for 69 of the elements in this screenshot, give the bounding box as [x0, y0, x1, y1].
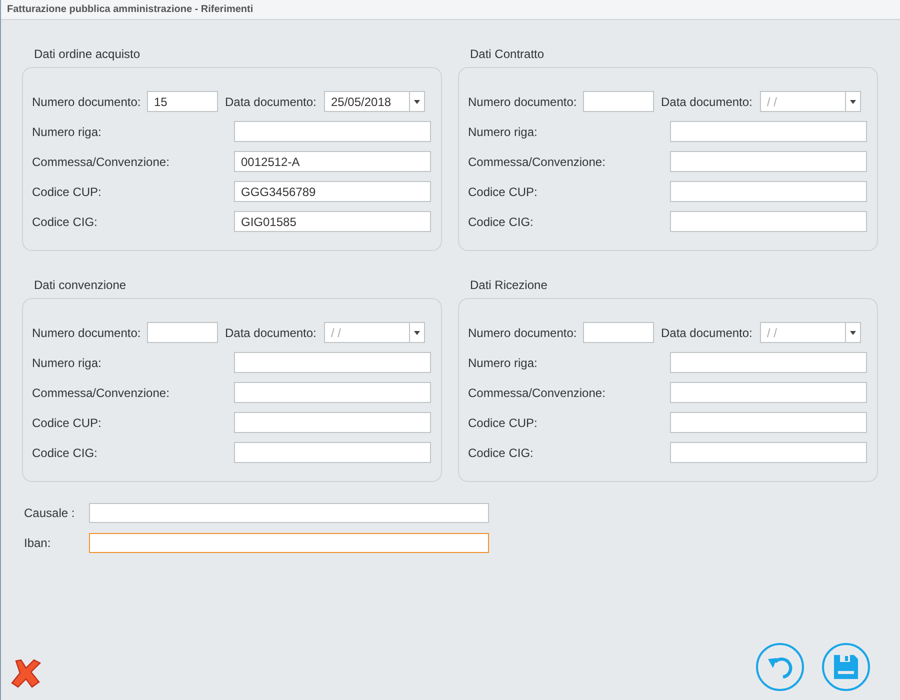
section-title: Dati convenzione [34, 278, 126, 292]
dropdown-button[interactable] [410, 91, 425, 112]
text-field[interactable] [670, 412, 867, 433]
field-label: Codice CUP: [32, 414, 102, 432]
section-title: Dati Ricezione [470, 278, 548, 292]
dropdown-button[interactable] [846, 322, 861, 343]
text-field[interactable] [234, 412, 431, 433]
text-field[interactable] [234, 121, 431, 142]
field-label: Codice CUP: [32, 184, 102, 200]
close-icon[interactable] [11, 659, 42, 688]
number-field[interactable] [147, 322, 218, 343]
field-label: Iban: [24, 535, 52, 552]
field-label: Numero riga: [468, 354, 538, 372]
field-label: Data documento: [225, 94, 318, 110]
text-field[interactable] [670, 442, 867, 463]
text-field[interactable] [89, 533, 489, 553]
dropdown-arrow-icon [850, 330, 856, 334]
text-field[interactable] [670, 211, 867, 232]
section-title: Dati Contratto [470, 47, 544, 61]
date-field[interactable]: / / [760, 322, 846, 343]
date-field[interactable]: / / [324, 322, 410, 343]
number-field[interactable] [583, 322, 654, 343]
text-field[interactable]: 0012512-A [234, 151, 431, 172]
number-field[interactable] [583, 91, 654, 112]
date-field[interactable]: 25/05/2018 [324, 91, 410, 112]
dropdown-button[interactable] [410, 322, 425, 343]
field-label: Commessa/Convenzione: [32, 154, 170, 170]
text-field[interactable] [670, 121, 867, 142]
field-label: Codice CIG: [32, 444, 98, 462]
field-label: Codice CIG: [32, 214, 98, 230]
text-field[interactable] [234, 382, 431, 403]
field-label: Numero riga: [468, 124, 538, 140]
save-button[interactable] [822, 643, 870, 691]
field-label: Data documento: [225, 324, 318, 342]
field-label: Data documento: [661, 94, 754, 110]
number-field[interactable]: 15 [147, 91, 218, 112]
undo-button[interactable] [756, 643, 804, 691]
date-field[interactable]: / / [760, 91, 846, 112]
text-field[interactable] [670, 181, 867, 202]
text-field[interactable]: GIG01585 [234, 211, 431, 232]
field-label: Commessa/Convenzione: [468, 384, 606, 402]
text-field[interactable] [670, 352, 867, 373]
field-label: Data documento: [661, 324, 754, 342]
field-label: Commessa/Convenzione: [32, 384, 170, 402]
field-label: Codice CUP: [468, 414, 538, 432]
undo-icon [767, 655, 793, 679]
field-label: Codice CIG: [468, 214, 534, 230]
text-field[interactable] [234, 442, 431, 463]
text-field[interactable] [670, 382, 867, 403]
text-field[interactable] [670, 151, 867, 172]
dropdown-arrow-icon [414, 330, 420, 334]
field-label: Numero documento: [32, 94, 142, 110]
text-field[interactable]: GGG3456789 [234, 181, 431, 202]
text-field[interactable] [234, 352, 431, 373]
field-label: Numero documento: [468, 324, 578, 342]
window-title: Fatturazione pubblica amministrazione - Riferimenti [7, 3, 254, 17]
field-label: Numero riga: [32, 124, 102, 140]
dropdown-arrow-icon [414, 100, 420, 104]
field-label: Numero documento: [468, 94, 578, 110]
section-title: Dati ordine acquisto [34, 47, 140, 61]
dropdown-button[interactable] [846, 91, 861, 112]
dropdown-arrow-icon [850, 100, 856, 104]
field-label: Commessa/Convenzione: [468, 154, 606, 170]
field-label: Numero riga: [32, 354, 102, 372]
field-label: Causale : [24, 505, 76, 522]
field-label: Codice CUP: [468, 184, 538, 200]
field-label: Codice CIG: [468, 444, 534, 462]
field-label: Numero documento: [32, 324, 142, 342]
text-field[interactable] [89, 503, 489, 523]
